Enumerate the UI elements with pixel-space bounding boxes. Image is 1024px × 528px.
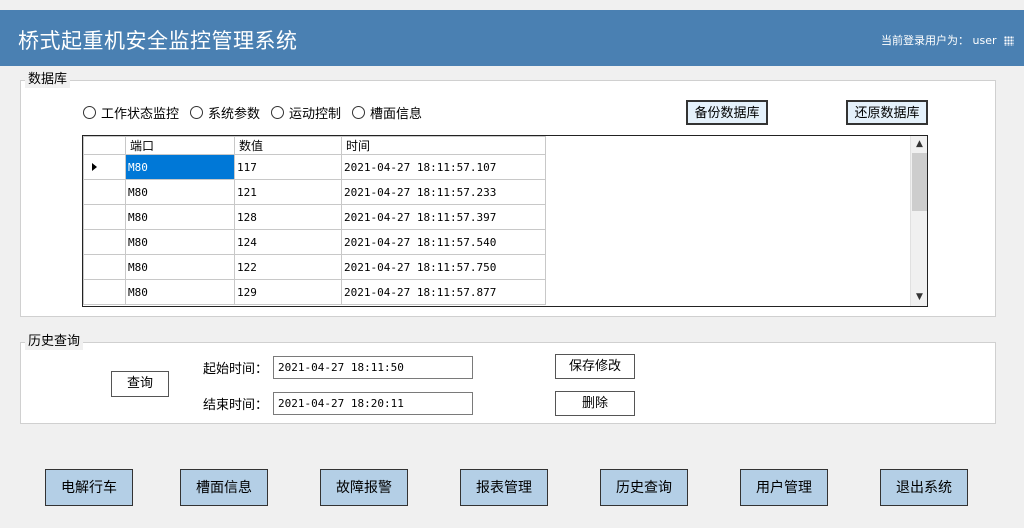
nav-electrolytic-crane-button[interactable]: 电解行车 — [45, 469, 133, 506]
row-header[interactable] — [83, 254, 126, 280]
cell-time[interactable]: 2021-04-27 18:11:57.540 — [341, 229, 546, 255]
table-select-radios: 工作状态监控 系统参数 运动控制 槽面信息 — [83, 103, 422, 122]
history-group-legend: 历史查询 — [25, 334, 84, 350]
nav-history-query-button[interactable]: 历史查询 — [600, 469, 688, 506]
radio-circle-icon[interactable] — [190, 106, 204, 119]
radio-work-status[interactable]: 工作状态监控 — [83, 103, 179, 122]
column-header-value[interactable]: 数值 — [234, 136, 342, 155]
row-header-corner — [83, 136, 126, 155]
title-bar: 桥式起重机安全监控管理系统 当前登录用户为： user — [0, 10, 1024, 66]
table-row[interactable]: M80 121 2021-04-27 18:11:57.233 — [83, 179, 546, 205]
scroll-up-arrow-icon[interactable]: ▲ — [911, 136, 927, 153]
radio-motion-control[interactable]: 运动控制 — [271, 103, 341, 122]
query-button[interactable]: 查询 — [111, 371, 169, 397]
table-row[interactable]: M80 124 2021-04-27 18:11:57.540 — [83, 229, 546, 255]
radio-circle-icon[interactable] — [352, 106, 366, 119]
user-label: 当前登录用户为： — [881, 34, 969, 47]
vertical-scrollbar[interactable]: ▲ ▼ — [910, 136, 927, 306]
cell-time[interactable]: 2021-04-27 18:11:57.877 — [341, 279, 546, 305]
radio-slot-info[interactable]: 槽面信息 — [352, 103, 422, 122]
table-row[interactable]: M80 128 2021-04-27 18:11:57.397 — [83, 204, 546, 230]
cell-value[interactable]: 128 — [234, 204, 342, 230]
scrollbar-thumb[interactable] — [912, 153, 927, 211]
row-header[interactable] — [83, 229, 126, 255]
app-title: 桥式起重机安全监控管理系统 — [18, 29, 298, 53]
nav-fault-alarm-button[interactable]: 故障报警 — [320, 469, 408, 506]
end-time-label: 结束时间： — [203, 398, 269, 413]
history-query-group: 历史查询 查询 起始时间： 2021-04-27 18:11:50 结束时间： … — [20, 334, 996, 424]
grid-header-row: 端口 数值 时间 — [83, 136, 546, 155]
start-time-field[interactable]: 2021-04-27 18:11:50 — [273, 356, 473, 379]
backup-database-button[interactable]: 备份数据库 — [686, 100, 768, 125]
cell-value[interactable]: 129 — [234, 279, 342, 305]
cell-port[interactable]: M80 — [125, 254, 235, 280]
cell-time[interactable]: 2021-04-27 18:11:57.750 — [341, 254, 546, 280]
radio-circle-icon[interactable] — [271, 106, 285, 119]
table-row[interactable]: M80 117 2021-04-27 18:11:57.107 — [83, 154, 546, 180]
cell-value[interactable]: 121 — [234, 179, 342, 205]
cell-value[interactable]: 124 — [234, 229, 342, 255]
nav-report-management-button[interactable]: 报表管理 — [460, 469, 548, 506]
resize-grip-icon[interactable] — [1004, 36, 1014, 46]
start-time-label: 起始时间： — [203, 362, 269, 377]
current-row-arrow-icon — [92, 162, 97, 171]
cell-time[interactable]: 2021-04-27 18:11:57.107 — [341, 154, 546, 180]
cell-time[interactable]: 2021-04-27 18:11:57.397 — [341, 204, 546, 230]
nav-user-management-button[interactable]: 用户管理 — [740, 469, 828, 506]
row-header[interactable] — [83, 279, 126, 305]
cell-value[interactable]: 122 — [234, 254, 342, 280]
save-changes-button[interactable]: 保存修改 — [555, 354, 635, 379]
username: user — [972, 34, 997, 47]
nav-exit-system-button[interactable]: 退出系统 — [880, 469, 968, 506]
cell-time[interactable]: 2021-04-27 18:11:57.233 — [341, 179, 546, 205]
radio-system-params[interactable]: 系统参数 — [190, 103, 260, 122]
delete-button[interactable]: 删除 — [555, 391, 635, 416]
nav-slot-info-button[interactable]: 槽面信息 — [180, 469, 268, 506]
scroll-down-arrow-icon[interactable]: ▼ — [911, 289, 927, 306]
end-time-field[interactable]: 2021-04-27 18:20:11 — [273, 392, 473, 415]
cell-port[interactable]: M80 — [125, 154, 235, 180]
row-header[interactable] — [83, 204, 126, 230]
row-header[interactable] — [83, 179, 126, 205]
restore-database-button[interactable]: 还原数据库 — [846, 100, 928, 125]
radio-circle-icon[interactable] — [83, 106, 96, 119]
table-row[interactable]: M80 129 2021-04-27 18:11:57.877 — [83, 279, 546, 305]
database-group: 数据库 工作状态监控 系统参数 运动控制 槽面信息 备份数据库 还原数据库 端口… — [20, 72, 996, 317]
table-row[interactable]: M80 122 2021-04-27 18:11:57.750 — [83, 254, 546, 280]
cell-port[interactable]: M80 — [125, 204, 235, 230]
row-header[interactable] — [83, 154, 126, 180]
column-header-port[interactable]: 端口 — [125, 136, 235, 155]
column-header-time[interactable]: 时间 — [341, 136, 546, 155]
current-user-info: 当前登录用户为： user — [881, 32, 1014, 48]
data-grid[interactable]: 端口 数值 时间 M80 117 2021-04-27 18:11:57.107… — [82, 135, 928, 307]
cell-port[interactable]: M80 — [125, 229, 235, 255]
database-group-legend: 数据库 — [25, 72, 71, 88]
cell-port[interactable]: M80 — [125, 279, 235, 305]
cell-port[interactable]: M80 — [125, 179, 235, 205]
cell-value[interactable]: 117 — [234, 154, 342, 180]
